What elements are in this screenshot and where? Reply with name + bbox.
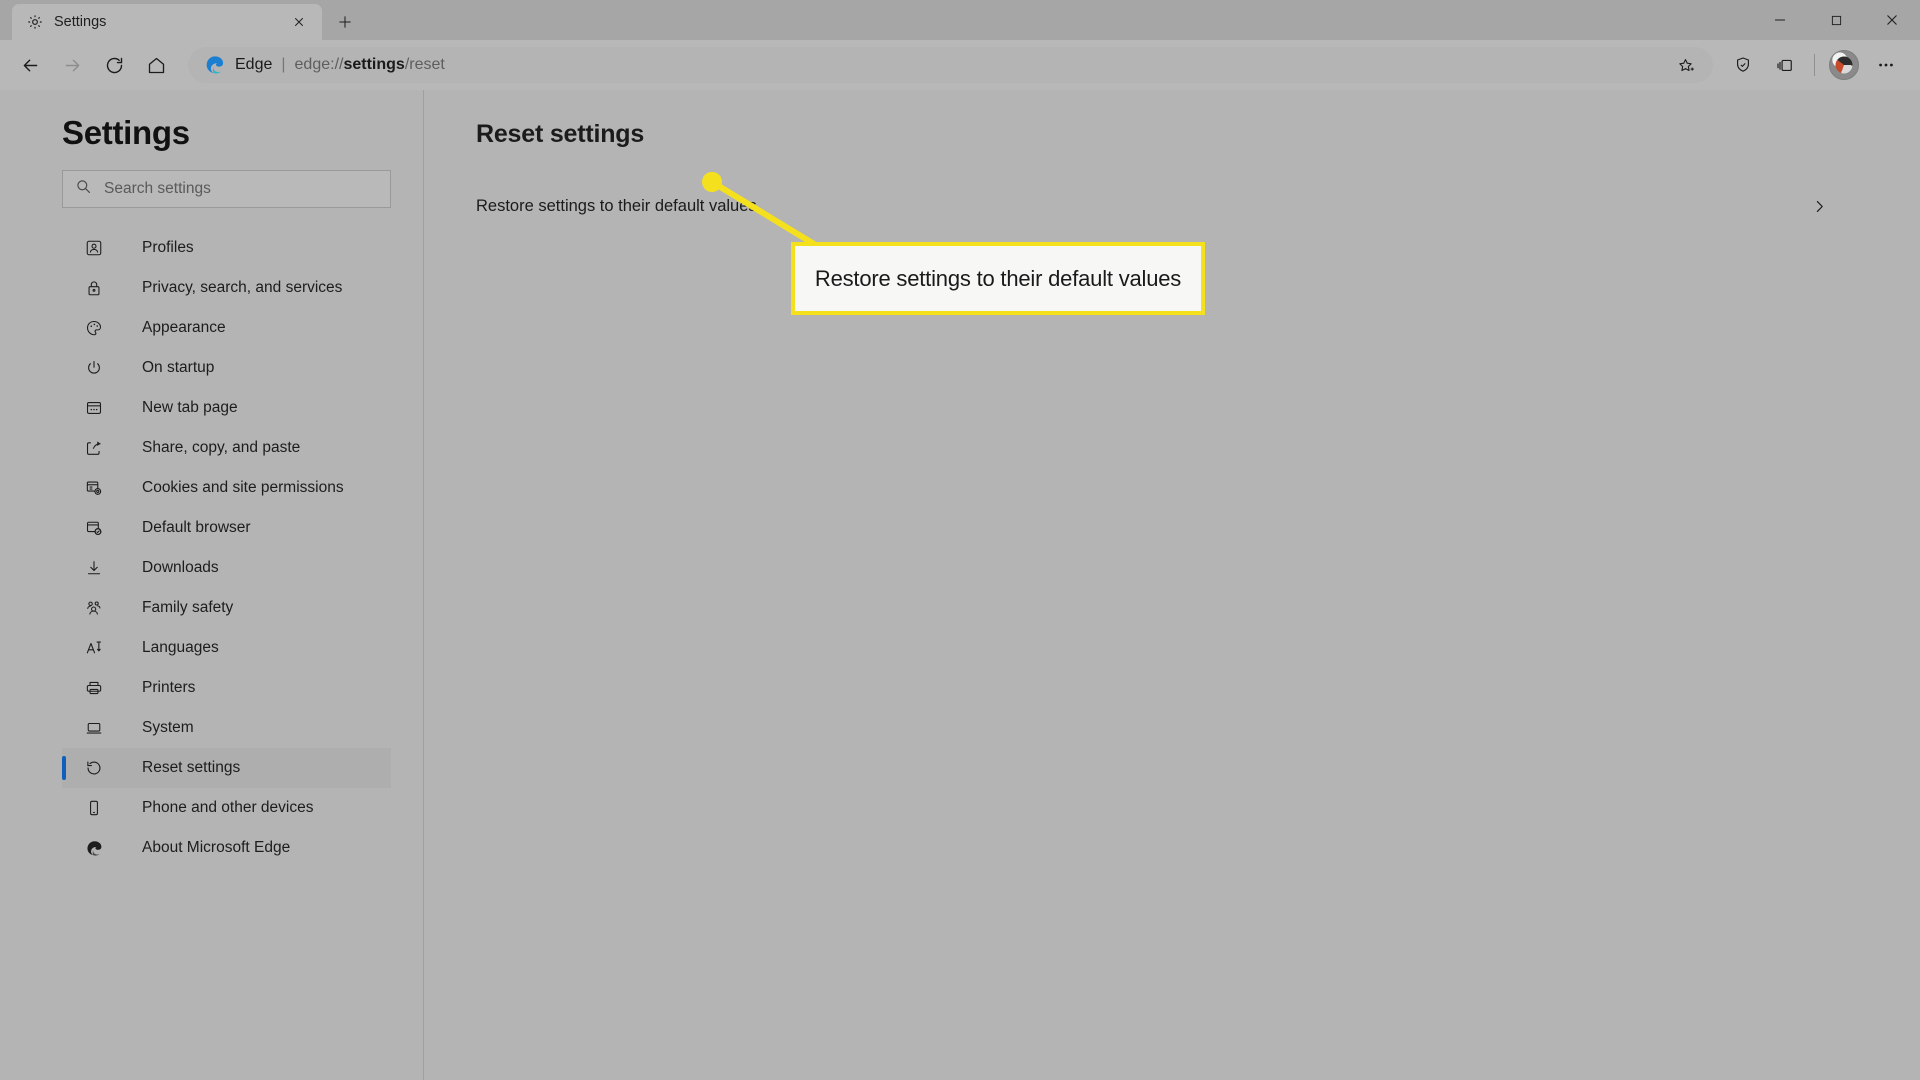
languages-icon bbox=[84, 638, 104, 658]
phone-icon bbox=[84, 798, 104, 818]
sidebar-item-label: On startup bbox=[142, 359, 215, 376]
edge-logo-icon bbox=[204, 54, 226, 76]
tab-title: Settings bbox=[54, 14, 107, 30]
reset-icon bbox=[84, 758, 104, 778]
sidebar-item-label: Privacy, search, and services bbox=[142, 279, 343, 296]
browser-window: Settings Edge | edge://settings/reset Se… bbox=[0, 0, 1920, 1080]
page-title: Settings bbox=[62, 114, 190, 151]
page-content: Settings Search settings Profiles Privac… bbox=[0, 90, 1920, 1080]
browser-tab-settings[interactable]: Settings bbox=[12, 4, 322, 40]
setting-row-restore-defaults[interactable]: Restore settings to their default values bbox=[476, 184, 1830, 228]
sidebar-item-label: New tab page bbox=[142, 399, 238, 416]
download-icon bbox=[84, 558, 104, 578]
toolbar-divider bbox=[1814, 54, 1815, 76]
sidebar-item-label: Default browser bbox=[142, 519, 251, 536]
sidebar-item-phone-and-other-devices[interactable]: Phone and other devices bbox=[62, 788, 391, 828]
sidebar-item-family-safety[interactable]: Family safety bbox=[62, 588, 391, 628]
printer-icon bbox=[84, 678, 104, 698]
search-input[interactable]: Search settings bbox=[62, 170, 391, 208]
sidebar-item-downloads[interactable]: Downloads bbox=[62, 548, 391, 588]
avatar[interactable] bbox=[1824, 45, 1864, 85]
family-icon bbox=[84, 598, 104, 618]
new-tab-button[interactable] bbox=[328, 5, 362, 39]
star-add-icon[interactable] bbox=[1665, 45, 1705, 85]
sidebar-item-label: Cookies and site permissions bbox=[142, 479, 344, 496]
search-icon bbox=[75, 178, 92, 200]
sidebar-item-label: Reset settings bbox=[142, 759, 241, 776]
settings-main-panel: Reset settings Restore settings to their… bbox=[424, 90, 1920, 1080]
more-options-icon[interactable] bbox=[1866, 45, 1906, 85]
sidebar-item-printers[interactable]: Printers bbox=[62, 668, 391, 708]
address-bar[interactable]: Edge | edge://settings/reset bbox=[188, 47, 1713, 83]
url-bold: settings bbox=[343, 56, 405, 73]
sidebar-item-label: About Microsoft Edge bbox=[142, 839, 291, 856]
annotation-overlay: Restore settings to their default values bbox=[424, 90, 1920, 1080]
palette-icon bbox=[84, 318, 104, 338]
close-window-button[interactable] bbox=[1864, 0, 1920, 40]
sidebar-item-label: Family safety bbox=[142, 599, 234, 616]
callout-leader-line bbox=[702, 171, 870, 280]
sidebar-item-label: Appearance bbox=[142, 319, 226, 336]
back-arrow-icon[interactable] bbox=[10, 45, 50, 85]
forward-arrow-icon bbox=[52, 45, 92, 85]
omnibox-separator: | bbox=[281, 56, 286, 73]
browser-toolbar: Edge | edge://settings/reset bbox=[0, 40, 1920, 90]
default-browser-icon bbox=[84, 518, 104, 538]
sidebar-item-label: Share, copy, and paste bbox=[142, 439, 301, 456]
omnibox-brand: Edge bbox=[235, 56, 273, 73]
omnibox-url[interactable]: edge://settings/reset bbox=[295, 56, 1656, 74]
share-icon bbox=[84, 438, 104, 458]
title-bar: Settings bbox=[0, 0, 1920, 40]
sidebar-item-default-browser[interactable]: Default browser bbox=[62, 508, 391, 548]
setting-label: Restore settings to their default values bbox=[476, 196, 757, 215]
sidebar-item-reset-settings[interactable]: Reset settings bbox=[62, 748, 391, 788]
refresh-icon[interactable] bbox=[94, 45, 134, 85]
callout-text: Restore settings to their default values bbox=[814, 265, 1182, 291]
sidebar-item-about-microsoft-edge[interactable]: About Microsoft Edge bbox=[62, 828, 391, 868]
chevron-right-icon[interactable] bbox=[1808, 195, 1830, 217]
url-suffix: /reset bbox=[404, 56, 445, 73]
sidebar-item-label: Phone and other devices bbox=[142, 799, 314, 816]
search-placeholder: Search settings bbox=[104, 180, 211, 197]
callout-box: Restore settings to their default values bbox=[791, 242, 1205, 315]
home-icon[interactable] bbox=[136, 45, 176, 85]
sidebar-item-new-tab-page[interactable]: New tab page bbox=[62, 388, 391, 428]
main-page-title: Reset settings bbox=[476, 120, 645, 148]
sidebar-item-label: Profiles bbox=[142, 239, 194, 256]
maximize-button[interactable] bbox=[1808, 0, 1864, 40]
sidebar-item-label: Printers bbox=[142, 679, 196, 696]
sidebar-item-privacy[interactable]: Privacy, search, and services bbox=[62, 268, 391, 308]
minimize-button[interactable] bbox=[1752, 0, 1808, 40]
settings-sidebar: Settings Search settings Profiles Privac… bbox=[0, 90, 424, 1080]
sidebar-item-label: System bbox=[142, 719, 194, 736]
settings-nav-list: Profiles Privacy, search, and services A… bbox=[0, 228, 423, 868]
cookies-icon bbox=[84, 478, 104, 498]
edge-logo-icon bbox=[84, 838, 104, 858]
sidebar-item-label: Downloads bbox=[142, 559, 219, 576]
url-prefix: edge:// bbox=[294, 56, 344, 73]
close-icon[interactable] bbox=[286, 9, 312, 35]
collections-icon[interactable] bbox=[1765, 45, 1805, 85]
lock-icon bbox=[84, 278, 104, 298]
power-icon bbox=[84, 358, 104, 378]
window-controls bbox=[1752, 0, 1920, 40]
omnibox-actions bbox=[1665, 45, 1705, 85]
sidebar-item-label: Languages bbox=[142, 639, 219, 656]
new-tab-page-icon bbox=[84, 398, 104, 418]
laptop-icon bbox=[84, 718, 104, 738]
sidebar-item-languages[interactable]: Languages bbox=[62, 628, 391, 668]
profile-icon bbox=[84, 238, 104, 258]
browser-essentials-icon[interactable] bbox=[1723, 45, 1763, 85]
sidebar-item-on-startup[interactable]: On startup bbox=[62, 348, 391, 388]
sidebar-item-profiles[interactable]: Profiles bbox=[62, 228, 391, 268]
sidebar-item-appearance[interactable]: Appearance bbox=[62, 308, 391, 348]
sidebar-item-share-copy-paste[interactable]: Share, copy, and paste bbox=[62, 428, 391, 468]
gear-icon bbox=[26, 13, 44, 31]
sidebar-item-cookies[interactable]: Cookies and site permissions bbox=[62, 468, 391, 508]
sidebar-item-system[interactable]: System bbox=[62, 708, 391, 748]
